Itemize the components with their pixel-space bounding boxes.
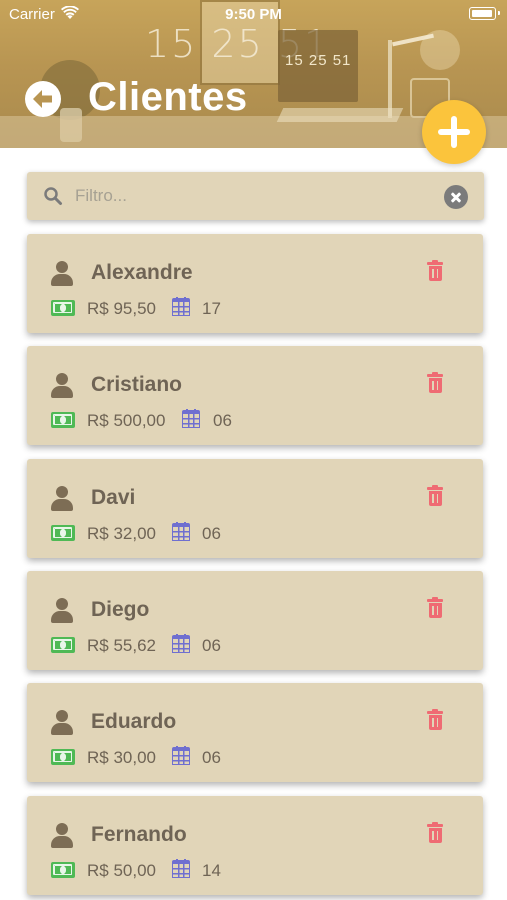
person-icon [51,598,73,623]
money-icon [51,749,75,765]
calendar-icon [172,634,190,653]
status-bar: Carrier 9:50 PM [0,0,507,28]
trash-icon[interactable] [427,597,443,618]
money-icon [51,862,75,878]
client-card[interactable]: Alexandre R$ 95,50 17 [27,234,483,333]
back-arrow-icon [33,90,52,108]
back-button[interactable] [25,81,61,117]
client-value: R$ 30,00 [87,748,156,767]
client-name: Eduardo [91,710,177,733]
money-icon [51,300,75,316]
person-icon [51,261,73,286]
money-icon [51,525,75,541]
trash-icon[interactable] [427,822,443,843]
client-name: Alexandre [91,261,193,284]
search-icon [44,187,62,205]
client-value: R$ 95,50 [87,299,156,318]
person-icon [51,486,73,511]
client-value: R$ 50,00 [87,861,156,880]
client-card[interactable]: Davi R$ 32,00 06 [27,459,483,558]
person-icon [51,373,73,398]
client-value: R$ 55,62 [87,636,156,655]
client-card[interactable]: Eduardo R$ 30,00 06 [27,683,483,782]
add-client-button[interactable] [422,100,486,164]
clear-icon[interactable] [444,185,468,209]
filter-bar [27,172,484,220]
money-icon [51,412,75,428]
client-day: 17 [202,299,221,318]
client-name: Davi [91,486,136,509]
status-time: 9:50 PM [225,6,282,23]
background-laptop [276,108,404,122]
calendar-icon [172,297,190,316]
calendar-icon [172,522,190,541]
person-icon [51,823,73,848]
client-day: 06 [213,411,232,430]
background-lamp-stand [388,40,392,118]
calendar-icon [172,859,190,878]
client-card[interactable]: Diego R$ 55,62 06 [27,571,483,670]
client-day: 06 [202,636,221,655]
calendar-icon [182,409,200,428]
client-name: Fernando [91,823,187,846]
page-title: Clientes [88,75,248,119]
money-icon [51,637,75,653]
client-day: 06 [202,524,221,543]
background-clock-small: 15 25 51 [285,52,352,69]
person-icon [51,710,73,735]
trash-icon[interactable] [427,372,443,393]
client-card[interactable]: Fernando R$ 50,00 14 [27,796,483,895]
battery-icon [469,7,500,20]
client-name: Diego [91,598,150,621]
trash-icon[interactable] [427,485,443,506]
client-name: Cristiano [91,373,183,396]
client-value: R$ 32,00 [87,524,156,543]
trash-icon[interactable] [427,709,443,730]
client-value: R$ 500,00 [87,411,166,430]
trash-icon[interactable] [427,260,443,281]
client-card[interactable]: Cristiano R$ 500,00 06 [27,346,483,445]
client-day: 14 [202,861,221,880]
calendar-icon [172,746,190,765]
filter-input[interactable] [75,181,435,211]
client-day: 06 [202,748,221,767]
